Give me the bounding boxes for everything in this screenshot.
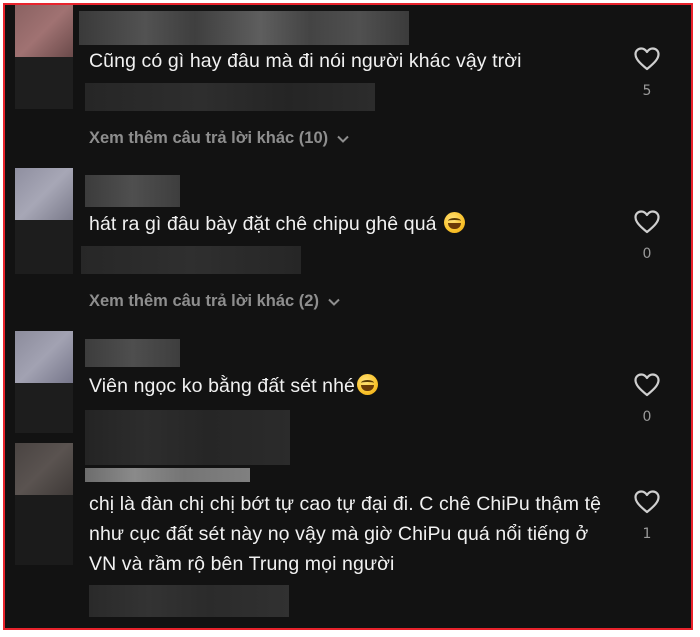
avatar[interactable]	[15, 168, 73, 220]
meta-blurred	[85, 83, 375, 111]
avatar-blur	[15, 383, 73, 433]
meta-blurred	[85, 410, 290, 465]
view-more-replies-label: Xem thêm câu trả lời khác (2)	[89, 292, 319, 310]
username-blurred[interactable]	[85, 175, 180, 207]
username-blurred[interactable]	[79, 11, 409, 45]
like-count: 0	[642, 409, 652, 425]
heart-outline-icon	[634, 210, 660, 234]
heart-outline-icon	[634, 490, 660, 514]
username-blurred[interactable]	[85, 339, 180, 367]
username-blurred[interactable]	[85, 468, 250, 482]
tears-of-joy-emoji-icon	[444, 212, 466, 233]
avatar-blur	[15, 57, 73, 109]
meta-blurred	[89, 585, 289, 617]
comment-text-3: Viên ngọc ko bằng đất sét nhé	[89, 371, 629, 401]
avatar-blur	[15, 495, 73, 565]
chevron-down-icon	[337, 135, 349, 143]
comment-thread-panel: Cũng có gì hay đâu mà đi nói người khác …	[3, 3, 693, 630]
avatar[interactable]	[15, 331, 73, 383]
view-more-replies-label: Xem thêm câu trả lời khác (10)	[89, 129, 329, 147]
like-button-1[interactable]: 5	[631, 47, 663, 99]
like-button-4[interactable]: 1	[631, 490, 663, 542]
like-count: 0	[642, 246, 652, 262]
heart-outline-icon	[634, 47, 660, 71]
like-count: 1	[642, 526, 652, 542]
tears-of-joy-emoji-icon	[357, 374, 378, 395]
chevron-down-icon	[328, 298, 340, 306]
like-button-2[interactable]: 0	[631, 210, 663, 262]
comment-text-4: chị là đàn chị chị bớt tự cao tự đại đi.…	[89, 493, 602, 575]
meta-blurred	[81, 246, 301, 274]
avatar[interactable]	[15, 443, 73, 495]
view-more-replies-button[interactable]: Xem thêm câu trả lời khác (10)	[89, 129, 350, 148]
heart-outline-icon	[634, 373, 660, 397]
comment-text-2: hát ra gì đâu bày đặt chê chipu ghê quá	[89, 209, 629, 239]
view-more-replies-button[interactable]: Xem thêm câu trả lời khác (2)	[89, 292, 341, 311]
avatar[interactable]	[15, 5, 73, 57]
like-button-3[interactable]: 0	[631, 373, 663, 425]
like-count: 5	[642, 83, 652, 99]
comment-text-1: Cũng có gì hay đâu mà đi nói người khác …	[89, 50, 522, 72]
avatar-blur	[15, 220, 73, 274]
